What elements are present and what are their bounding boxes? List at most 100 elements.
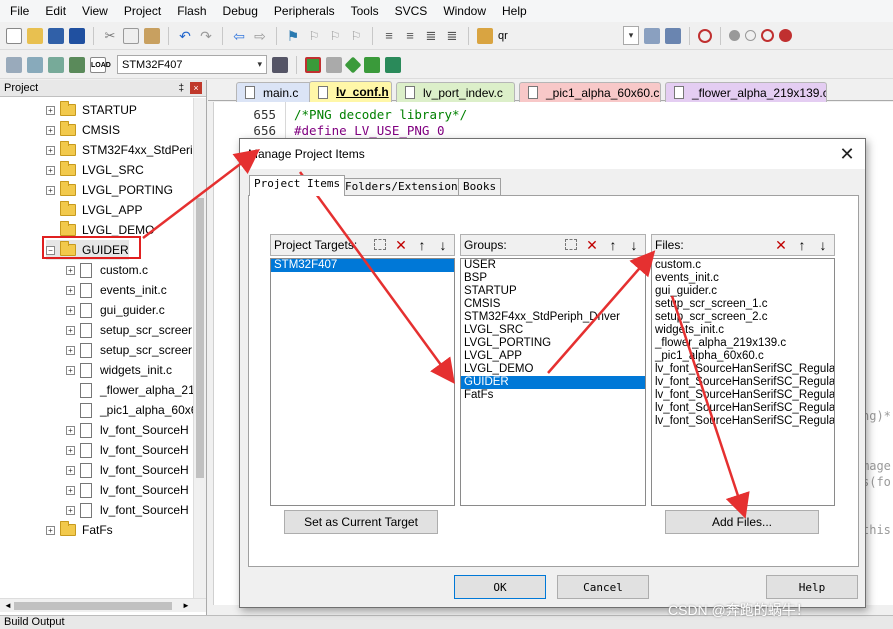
batch-build-icon[interactable] bbox=[69, 56, 85, 73]
file-list-item[interactable]: setup_scr_screen_1.c bbox=[652, 298, 834, 311]
find-icon[interactable] bbox=[644, 27, 660, 44]
new-target-icon[interactable] bbox=[374, 239, 386, 250]
expander-icon[interactable]: + bbox=[46, 125, 55, 135]
close-icon[interactable]: × bbox=[190, 82, 202, 94]
nav-forward-icon[interactable]: ⇨ bbox=[252, 28, 268, 44]
expander-icon[interactable]: + bbox=[46, 185, 55, 195]
pin-icon[interactable]: ‡ bbox=[178, 83, 184, 94]
editor-tab[interactable]: lv_conf.h bbox=[309, 81, 392, 102]
uncomment-icon[interactable]: ≣ bbox=[444, 28, 460, 44]
editor-tab[interactable]: lv_port_indev.c bbox=[396, 82, 515, 102]
menu-item-project[interactable]: Project bbox=[116, 4, 169, 18]
menu-item-svcs[interactable]: SVCS bbox=[387, 4, 436, 18]
files-list[interactable]: custom.c events_init.c gui_guider.c setup_s… bbox=[651, 258, 835, 506]
tree-group[interactable]: + STM32F4xx_StdPerip bbox=[46, 140, 193, 160]
scrollbar-thumb[interactable] bbox=[14, 602, 172, 610]
expander-icon[interactable]: + bbox=[66, 325, 75, 335]
group-list-item[interactable]: LVGL_SRC bbox=[461, 324, 645, 337]
expander-icon[interactable]: + bbox=[66, 265, 75, 275]
cancel-button[interactable]: Cancel bbox=[557, 575, 649, 599]
expander-icon[interactable]: + bbox=[46, 525, 55, 535]
tree-file[interactable]: + setup_scr_screer bbox=[66, 340, 192, 360]
project-tree-hscrollbar[interactable]: ◄ ► bbox=[0, 598, 206, 612]
group-list-item[interactable]: BSP bbox=[461, 272, 645, 285]
project-tree-vscrollbar[interactable] bbox=[193, 98, 206, 598]
move-down-icon[interactable]: ↓ bbox=[434, 237, 452, 253]
tab-folders-extensions[interactable]: Folders/Extensions bbox=[340, 178, 470, 196]
scroll-right-icon[interactable]: ► bbox=[182, 601, 190, 610]
undo-icon[interactable]: ↶ bbox=[177, 28, 193, 44]
bookmark-next-icon[interactable]: ⚐ bbox=[327, 28, 343, 44]
menu-item-window[interactable]: Window bbox=[435, 4, 494, 18]
search-combo-dropdown[interactable]: ▾ bbox=[623, 26, 639, 45]
nav-back-icon[interactable]: ⇦ bbox=[231, 28, 247, 44]
breakpoint-icon[interactable] bbox=[729, 30, 740, 41]
bookmark-icon[interactable]: ⚑ bbox=[285, 28, 301, 44]
delete-target-icon[interactable]: ✕ bbox=[392, 237, 410, 253]
scrollbar-thumb[interactable] bbox=[196, 198, 204, 478]
group-list-item[interactable]: USER bbox=[461, 259, 645, 272]
breakpoint-kill-icon[interactable] bbox=[761, 29, 774, 42]
expander-icon[interactable]: + bbox=[66, 285, 75, 295]
add-files-button[interactable]: Add Files... bbox=[665, 510, 819, 534]
expander-icon[interactable]: + bbox=[66, 465, 75, 475]
group-list-item[interactable]: LVGL_APP bbox=[461, 350, 645, 363]
menu-item-view[interactable]: View bbox=[74, 4, 116, 18]
delete-group-icon[interactable]: ✕ bbox=[583, 237, 601, 253]
bookmark-prev-icon[interactable]: ⚐ bbox=[306, 28, 322, 44]
file-list-item[interactable]: widgets_init.c bbox=[652, 324, 834, 337]
tree-file[interactable]: _pic1_alpha_60x6 bbox=[66, 400, 193, 420]
tools-icon[interactable] bbox=[779, 29, 792, 42]
load-icon[interactable]: LOAD bbox=[90, 56, 111, 73]
expander-icon[interactable]: + bbox=[66, 345, 75, 355]
move-down-icon[interactable]: ↓ bbox=[814, 237, 832, 253]
copy-icon[interactable] bbox=[123, 27, 139, 44]
expander-icon[interactable]: + bbox=[66, 365, 75, 375]
file-list-item[interactable]: events_init.c bbox=[652, 272, 834, 285]
cut-icon[interactable]: ✂ bbox=[102, 28, 118, 44]
tree-group[interactable]: LVGL_APP bbox=[46, 200, 142, 220]
target-options-icon[interactable] bbox=[272, 56, 288, 73]
expander-icon[interactable]: + bbox=[66, 305, 75, 315]
tab-project-items[interactable]: Project Items bbox=[249, 175, 346, 196]
group-list-item[interactable]: LVGL_PORTING bbox=[461, 337, 645, 350]
breakpoint-disable-icon[interactable] bbox=[745, 30, 756, 41]
tree-group[interactable]: + LVGL_PORTING bbox=[46, 180, 173, 200]
tree-file[interactable]: + widgets_init.c bbox=[66, 360, 172, 380]
tree-file[interactable]: + lv_font_SourceH bbox=[66, 460, 189, 480]
open-folder-icon[interactable] bbox=[27, 27, 43, 44]
expander-icon[interactable]: + bbox=[66, 425, 75, 435]
menu-item-file[interactable]: File bbox=[2, 4, 37, 18]
file-list-item[interactable]: custom.c bbox=[652, 259, 834, 272]
file-list-item[interactable]: lv_font_SourceHanSerifSC_Regular_1 bbox=[652, 376, 834, 389]
tree-file[interactable]: + lv_font_SourceH bbox=[66, 440, 189, 460]
file-extensions-icon[interactable] bbox=[326, 56, 342, 73]
group-list-item[interactable]: FatFs bbox=[461, 389, 645, 402]
tree-file[interactable]: + lv_font_SourceH bbox=[66, 420, 189, 440]
move-up-icon[interactable]: ↑ bbox=[604, 237, 622, 253]
set-current-target-button[interactable]: Set as Current Target bbox=[284, 510, 438, 534]
expander-icon[interactable]: + bbox=[66, 485, 75, 495]
file-list-item[interactable]: _flower_alpha_219x139.c bbox=[652, 337, 834, 350]
file-list-item[interactable]: _pic1_alpha_60x60.c bbox=[652, 350, 834, 363]
delete-file-icon[interactable]: ✕ bbox=[772, 237, 790, 253]
unindent-icon[interactable]: ≡ bbox=[402, 28, 418, 44]
file-list-item[interactable]: lv_font_SourceHanSerifSC_Regular_1 bbox=[652, 402, 834, 415]
tree-group[interactable]: + CMSIS bbox=[46, 120, 120, 140]
move-down-icon[interactable]: ↓ bbox=[625, 237, 643, 253]
bookmark-clear-icon[interactable]: ⚐ bbox=[348, 28, 364, 44]
move-up-icon[interactable]: ↑ bbox=[413, 237, 431, 253]
tree-file[interactable]: + lv_font_SourceH bbox=[66, 500, 189, 520]
file-list-item[interactable]: gui_guider.c bbox=[652, 285, 834, 298]
pack-installer-icon[interactable] bbox=[344, 56, 362, 73]
incremental-find-icon[interactable] bbox=[665, 27, 681, 44]
tree-file[interactable]: _flower_alpha_21 bbox=[66, 380, 193, 400]
scroll-left-icon[interactable]: ◄ bbox=[4, 601, 12, 610]
groups-list[interactable]: USER BSP STARTUP CMSIS STM32F4xx_StdPeriph_D… bbox=[460, 258, 646, 506]
select-packs-icon[interactable] bbox=[364, 56, 380, 73]
file-list-item[interactable]: setup_scr_screen_2.c bbox=[652, 311, 834, 324]
move-up-icon[interactable]: ↑ bbox=[793, 237, 811, 253]
new-group-icon[interactable] bbox=[565, 239, 577, 250]
tree-group[interactable]: + STARTUP bbox=[46, 100, 137, 120]
build-icon[interactable] bbox=[27, 56, 43, 73]
